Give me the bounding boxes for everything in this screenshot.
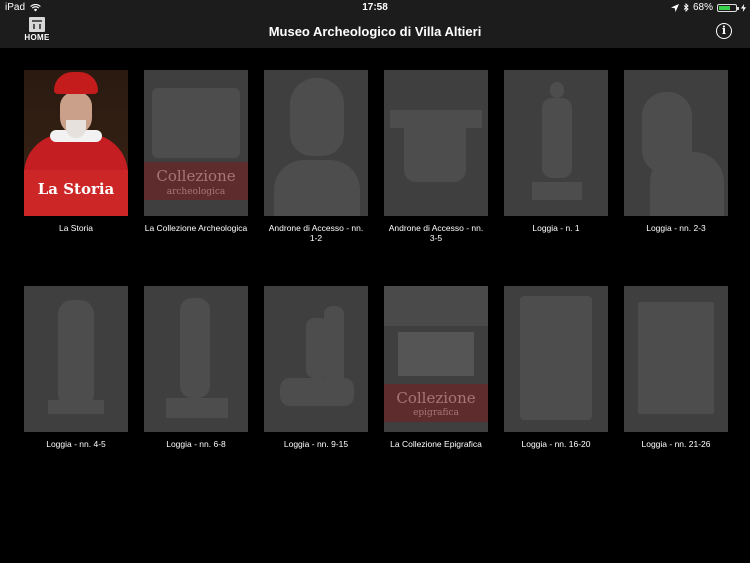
tile-loggia-9-15[interactable]: Loggia - nn. 9-15 [264,286,369,449]
tile-overlay-subtext: epigrafica [413,408,459,418]
tile-overlay-subtext: archeologica [166,187,226,197]
tile-loggia-16-20[interactable]: Loggia - nn. 16-20 [504,286,609,449]
tile-thumbnail [144,286,248,432]
tile-thumbnail [384,70,488,216]
tile-thumbnail [624,286,728,432]
tile-caption: La Collezione Archeologica [144,223,248,233]
tile-caption: Loggia - nn. 16-20 [521,439,591,449]
section-grid: La Storia La Storia Collezione archeolog… [0,48,750,563]
page-title: Museo Archeologico di Villa Altieri [268,24,482,39]
tile-thumbnail: Collezione archeologica [144,70,248,216]
tile-loggia-4-5[interactable]: Loggia - nn. 4-5 [24,286,129,449]
tile-caption: Loggia - nn. 2-3 [646,223,706,233]
tile-androne-1-2[interactable]: Androne di Accesso - nn. 1-2 [264,70,369,243]
location-icon [670,3,679,12]
tile-loggia-2-3[interactable]: Loggia - nn. 2-3 [624,70,729,233]
tile-thumbnail [624,70,728,216]
tile-caption: Loggia - nn. 9-15 [283,439,349,449]
tile-overlay-text: Collezione [156,167,236,185]
battery-percent: 68% [692,2,713,13]
charging-icon [741,3,746,12]
tile-thumbnail [264,70,368,216]
tile-caption: La Collezione Epigrafica [390,439,482,449]
tile-collezione-archeologica[interactable]: Collezione archeologica La Collezione Ar… [144,70,249,233]
battery-icon [717,3,739,12]
tile-caption: Loggia - n. 1 [532,223,580,233]
tile-thumbnail [24,286,128,432]
tile-caption: Loggia - nn. 4-5 [46,439,106,449]
tile-caption: Androne di Accesso - nn. 3-5 [388,223,484,243]
tile-thumbnail: Collezione epigrafica [384,286,488,432]
tile-loggia-1[interactable]: Loggia - n. 1 [504,70,609,233]
tile-overlay-text: La Storia [37,180,115,198]
tile-caption: La Storia [58,223,94,233]
status-bar: iPad 17:58 68% [0,0,750,16]
bluetooth-icon [683,3,689,12]
navigation-bar: HOME Museo Archeologico di Villa Altieri… [0,16,750,48]
tile-thumbnail [504,286,608,432]
clock: 17:58 [362,2,388,13]
tile-caption: Androne di Accesso - nn. 1-2 [268,223,364,243]
info-icon[interactable]: i [716,23,732,39]
tile-thumbnail: La Storia [24,70,128,216]
tile-collezione-epigrafica[interactable]: Collezione epigrafica La Collezione Epig… [384,286,489,449]
tile-thumbnail [504,70,608,216]
tile-caption: Loggia - nn. 6-8 [166,439,226,449]
tile-loggia-6-8[interactable]: Loggia - nn. 6-8 [144,286,249,449]
tile-la-storia[interactable]: La Storia La Storia [24,70,129,233]
tile-thumbnail [264,286,368,432]
tile-androne-3-5[interactable]: Androne di Accesso - nn. 3-5 [384,70,489,243]
tile-loggia-21-26[interactable]: Loggia - nn. 21-26 [624,286,729,449]
tile-overlay-text: Collezione [396,389,476,407]
tile-caption: Loggia - nn. 21-26 [641,439,711,449]
